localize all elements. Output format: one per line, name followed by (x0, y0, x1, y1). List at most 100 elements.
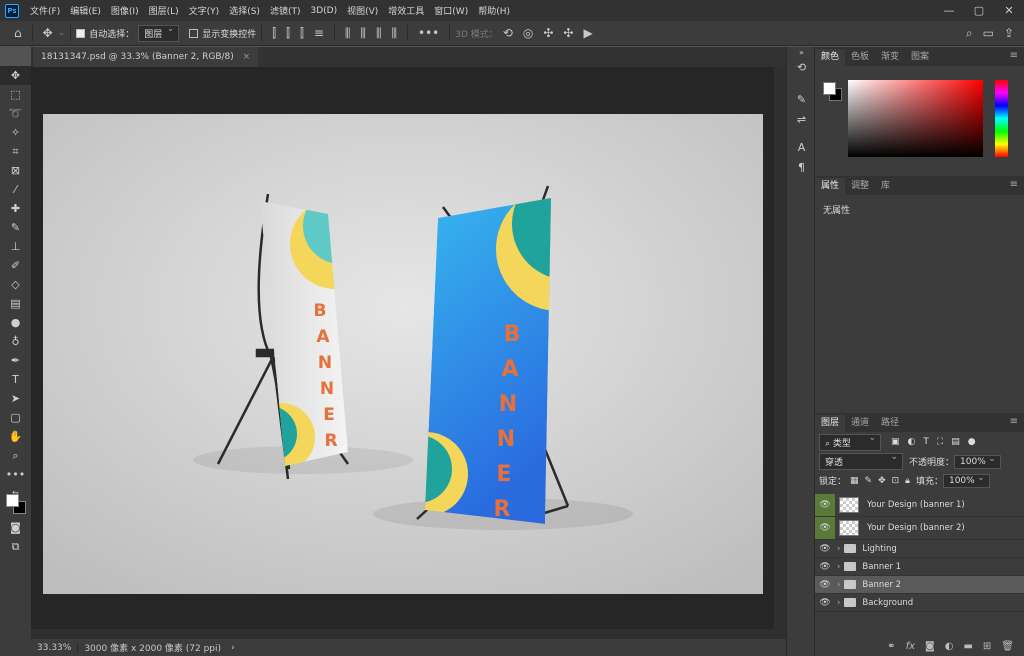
layer-row[interactable]: 👁︎ › Banner 1 (815, 558, 1024, 576)
screen-mode-icon[interactable]: ⧉ (0, 537, 31, 556)
hue-slider[interactable] (995, 80, 1008, 157)
color-field[interactable] (848, 80, 983, 157)
visibility-eye-icon[interactable]: 👁︎ (815, 580, 835, 590)
link-layers-icon[interactable]: ⚭ (887, 641, 895, 652)
visibility-eye-icon[interactable]: 👁︎ (815, 517, 835, 539)
photoshop-logo[interactable]: Ps (5, 3, 19, 18)
new-layer-icon[interactable]: ⊞ (983, 641, 991, 652)
show-transform-checkbox[interactable] (189, 28, 199, 38)
frame-icon[interactable]: ⊠ (0, 161, 31, 180)
fg-color-chip[interactable] (823, 82, 836, 95)
layer-name[interactable]: Lighting (862, 544, 896, 554)
distribute-center-icon[interactable]: ⫼ (355, 26, 371, 41)
panel-menu-icon[interactable]: ≡ (1010, 179, 1018, 190)
maximize-button[interactable]: ▢ (964, 0, 994, 21)
add-mask-icon[interactable]: ◙ (925, 641, 935, 652)
tab-layers[interactable]: 图层 (815, 415, 846, 432)
menu-type[interactable]: 文字(Y) (184, 4, 225, 17)
marquee-icon[interactable]: ⬚ (0, 85, 31, 104)
slide-3d-icon[interactable]: ✣ (558, 26, 578, 40)
blur-icon[interactable]: ● (0, 313, 31, 332)
align-right-icon[interactable]: ⫿ (295, 26, 309, 41)
layer-row-selected[interactable]: 👁︎ › Banner 2 (815, 576, 1024, 594)
eyedropper-icon[interactable]: ⁄ (0, 180, 31, 199)
share-icon[interactable]: ⇪ (999, 26, 1024, 40)
zoom-level[interactable]: 33.33% (31, 642, 79, 653)
auto-select-dropdown[interactable]: 图层 (138, 24, 180, 42)
move-tool-icon[interactable]: ✥ (38, 26, 58, 40)
close-window-button[interactable]: ✕ (994, 0, 1024, 21)
brush-settings-icon[interactable]: ✎ (787, 89, 816, 109)
menu-view[interactable]: 视图(V) (342, 4, 383, 17)
collapse-panels-icon[interactable]: » (787, 47, 816, 57)
vertical-scrollbar[interactable] (774, 67, 786, 639)
tab-adjustments[interactable]: 调整 (845, 178, 875, 195)
quick-mask-icon[interactable]: ◙ (0, 518, 31, 537)
horizontal-scrollbar[interactable] (31, 629, 774, 639)
visibility-eye-icon[interactable]: 👁︎ (815, 562, 835, 572)
paragraph-icon[interactable]: ¶ (787, 157, 816, 177)
lasso-icon[interactable]: ➰ (0, 104, 31, 123)
document-tab[interactable]: 18131347.psd @ 33.3% (Banner 2, RGB/8) × (33, 47, 259, 67)
layer-row[interactable]: 👁︎ Your Design (banner 1) (815, 494, 1024, 517)
delete-layer-icon[interactable]: 🗑︎ (1001, 641, 1014, 652)
edit-toolbar-icon[interactable]: ••• (0, 465, 31, 484)
minimize-button[interactable]: — (934, 0, 964, 21)
menu-plugins[interactable]: 增效工具 (383, 4, 429, 17)
tab-paths[interactable]: 路径 (875, 415, 905, 432)
drag-3d-icon[interactable]: ✣ (538, 26, 558, 40)
visibility-eye-icon[interactable]: 👁︎ (815, 598, 835, 608)
layer-name[interactable]: Your Design (banner 2) (867, 523, 965, 533)
pixel-filter-icon[interactable]: ▣ (891, 437, 900, 447)
fill-input[interactable]: 100% (942, 473, 990, 488)
canvas-area[interactable]: B A N N E R B A N N E R (31, 67, 786, 639)
home-icon[interactable]: ⌂ (0, 26, 27, 40)
status-menu-arrow[interactable]: › (227, 643, 239, 653)
camera-3d-icon[interactable]: ▶ (578, 26, 597, 40)
healing-brush-icon[interactable]: ✚ (0, 199, 31, 218)
layer-row[interactable]: 👁︎ Your Design (banner 2) (815, 517, 1024, 540)
expand-chevron-icon[interactable]: › (837, 598, 840, 608)
lock-all-icon[interactable]: 🔒︎ (905, 476, 910, 486)
clone-stamp-icon[interactable]: ⊥ (0, 237, 31, 256)
workspace-icon[interactable]: ▭ (978, 26, 999, 40)
panel-menu-icon[interactable]: ≡ (1010, 50, 1018, 61)
rectangle-icon[interactable]: ▢ (0, 408, 31, 427)
close-tab-icon[interactable]: × (243, 52, 251, 62)
menu-3d[interactable]: 3D(D) (305, 6, 342, 16)
filter-toggle-icon[interactable]: ● (968, 437, 976, 447)
adjustment-layer-icon[interactable]: ◐ (945, 641, 954, 652)
foreground-color-swatch[interactable] (6, 494, 19, 507)
tab-patterns[interactable]: 图案 (905, 49, 935, 66)
tab-color[interactable]: 颜色 (815, 49, 846, 66)
pen-icon[interactable]: ✒ (0, 351, 31, 370)
menu-edit[interactable]: 编辑(E) (65, 4, 106, 17)
tab-channels[interactable]: 通道 (845, 415, 875, 432)
type-tool-icon[interactable]: T (0, 370, 31, 389)
shape-filter-icon[interactable]: ⛶ (937, 437, 943, 447)
tab-properties[interactable]: 属性 (815, 178, 846, 195)
more-options-icon[interactable]: ••• (413, 26, 444, 40)
new-group-icon[interactable]: ▬ (963, 641, 972, 652)
brush-icon[interactable]: ✎ (0, 218, 31, 237)
lock-artboard-icon[interactable]: ⊡ (892, 476, 900, 486)
align-left-icon[interactable]: ⫿ (267, 26, 281, 41)
fx-icon[interactable]: fx (906, 641, 915, 652)
magic-wand-icon[interactable]: ✧ (0, 123, 31, 142)
menu-window[interactable]: 窗口(W) (429, 4, 473, 17)
expand-chevron-icon[interactable]: › (837, 580, 840, 590)
auto-select-checkbox[interactable] (76, 28, 86, 38)
expand-chevron-icon[interactable]: › (837, 562, 840, 572)
layer-filter-dropdown[interactable]: ⌕ 类型 (819, 433, 881, 451)
expand-chevron-icon[interactable]: › (837, 544, 840, 554)
type-filter-icon[interactable]: T (923, 437, 929, 447)
layer-row[interactable]: 👁︎ › Lighting (815, 540, 1024, 558)
adjustment-filter-icon[interactable]: ◐ (908, 437, 916, 447)
menu-image[interactable]: 图像(I) (106, 4, 144, 17)
layer-row[interactable]: 👁︎ › Background (815, 594, 1024, 612)
history-brush-icon[interactable]: ✐ (0, 256, 31, 275)
menu-select[interactable]: 选择(S) (224, 4, 265, 17)
layer-name[interactable]: Banner 1 (862, 562, 901, 572)
tab-libraries[interactable]: 库 (875, 178, 896, 195)
tab-swatches[interactable]: 色板 (845, 49, 875, 66)
